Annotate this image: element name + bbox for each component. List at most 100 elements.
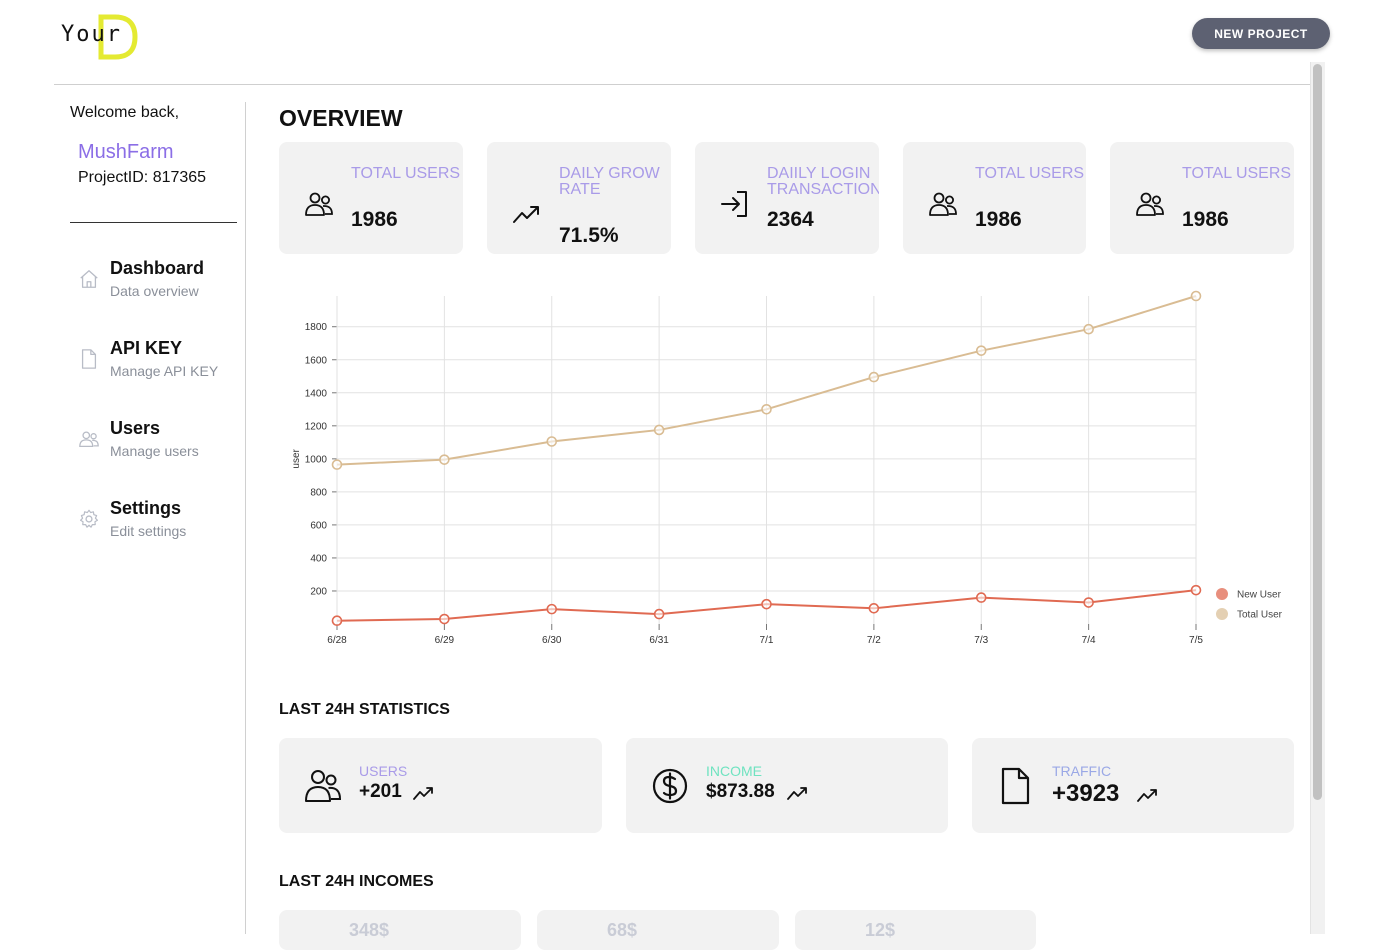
overview-card-total-users-2: TOTAL USERS 1986 [903,142,1086,254]
overview-card-total-users: TOTAL USERS 1986 [279,142,463,254]
users-icon [305,770,342,802]
y-tick-label: 1200 [305,421,328,432]
income-value: 12$ [865,920,896,940]
y-tick-label: 800 [310,487,327,498]
income-card: 348$ [279,910,521,950]
data-point [868,603,880,614]
dollar-icon [652,768,688,804]
trend-up-icon [787,787,807,800]
users-icon [79,431,99,447]
y-axis-label: user [291,448,302,468]
app-logo: Your [61,14,141,60]
card-label: DAILY GROW RATE [559,165,660,198]
data-point [975,592,987,603]
income-card: 12$ [795,910,1036,950]
stat-label: TRAFFIC [1052,763,1112,779]
overview-card-total-users-3: TOTAL USERS 1986 [1110,142,1294,254]
data-point [868,371,880,383]
sidebar-item-subtitle: Manage API KEY [110,363,219,379]
legend-label: New User [1237,590,1282,601]
x-tick-label: 6/28 [327,635,347,646]
gear-icon [79,509,99,528]
y-tick-label: 1000 [305,454,328,465]
data-point [546,436,558,447]
stat-value: $873.88 [706,781,775,802]
sidebar-item-subtitle: Data overview [110,283,199,299]
trend-up-icon [1137,789,1157,802]
sidebar-item-title: Settings [110,498,182,518]
sidebar-item-subtitle: Manage users [110,443,199,459]
stat-label: USERS [359,763,408,779]
y-tick-label: 1400 [305,388,328,399]
card-value: 1986 [351,208,398,231]
project-id: ProjectID: 817365 [78,169,207,186]
home-icon [80,270,98,288]
legend-swatch [1216,608,1228,620]
new-project-button[interactable]: NEW PROJECT [1192,18,1330,49]
users-icon [1136,192,1164,216]
data-point [331,459,343,470]
data-point [331,615,343,626]
card-value: 2364 [767,208,814,231]
sidebar-item-subtitle: Edit settings [110,523,187,539]
data-point [653,608,665,620]
y-tick-label: 1800 [305,322,328,333]
stat-card-traffic: TRAFFIC +3923 [972,738,1294,833]
card-value: 71.5% [559,224,619,247]
overview-title: OVERVIEW [279,105,403,131]
sidebar-item-api-key[interactable]: API KEY Manage API KEY [78,338,238,388]
sidebar-divider [70,222,237,223]
scrollbar-thumb[interactable] [1313,64,1322,800]
stat-value: +3923 [1052,780,1120,807]
stat-label: INCOME [706,763,762,779]
project-name: MushFarm [78,141,174,163]
y-tick-label: 1600 [305,355,328,366]
sidebar-item-dashboard[interactable]: Dashboard Data overview [78,258,238,308]
incomes-title: LAST 24H INCOMES [279,873,434,890]
data-point [439,613,450,625]
x-tick-label: 7/5 [1189,635,1203,646]
x-tick-label: 7/1 [760,635,774,646]
logo-text: Your [61,22,122,47]
sidebar-border [245,102,246,934]
income-value: 68$ [607,920,638,940]
income-card: 68$ [537,910,779,950]
document-icon [81,349,97,369]
sidebar-item-title: Users [110,418,161,438]
sidebar-item-settings[interactable]: Settings Edit settings [78,498,238,548]
x-tick-label: 7/3 [974,635,988,646]
data-point [653,424,665,436]
x-tick-label: 7/4 [1082,635,1096,646]
welcome-text: Welcome back, [70,104,180,121]
card-value: 1986 [975,208,1022,231]
x-tick-label: 6/31 [649,635,669,646]
stat-card-users: USERS +201 [279,738,602,833]
x-tick-label: 6/30 [542,635,562,646]
x-tick-label: 6/29 [435,635,455,646]
legend-swatch [1216,588,1228,600]
sidebar-item-users[interactable]: Users Manage users [78,418,238,468]
data-point [761,598,772,610]
trend-up-icon [413,787,433,800]
data-point [975,345,987,356]
header-divider [54,84,1310,85]
users-icon [305,192,333,216]
users-icon [929,192,957,216]
stat-card-income: INCOME $873.88 [626,738,948,833]
card-label: TOTAL USERS [1182,165,1292,182]
overview-card-daily-login: DAIILY LOGIN TRANSACTION 2364 [695,142,879,254]
card-label: TOTAL USERS [975,165,1085,182]
user-line-chart: 200 400 600 800 1000 1200 1400 1600 1800 6/28 6/29… [291,290,1283,646]
data-point [1190,584,1202,596]
data-point [439,454,450,465]
card-label: DAIILY LOGIN TRANSACTION [767,165,879,198]
y-tick-label: 600 [310,520,327,531]
trend-up-icon [513,206,539,223]
document-icon [1001,767,1030,805]
x-tick-label: 7/2 [867,635,881,646]
card-label: TOTAL USERS [351,165,461,182]
data-point [1083,323,1094,335]
sidebar-item-title: API KEY [110,338,183,358]
sidebar-item-title: Dashboard [110,258,205,278]
overview-card-daily-grow-rate: DAILY GROW RATE 71.5% [487,142,671,254]
